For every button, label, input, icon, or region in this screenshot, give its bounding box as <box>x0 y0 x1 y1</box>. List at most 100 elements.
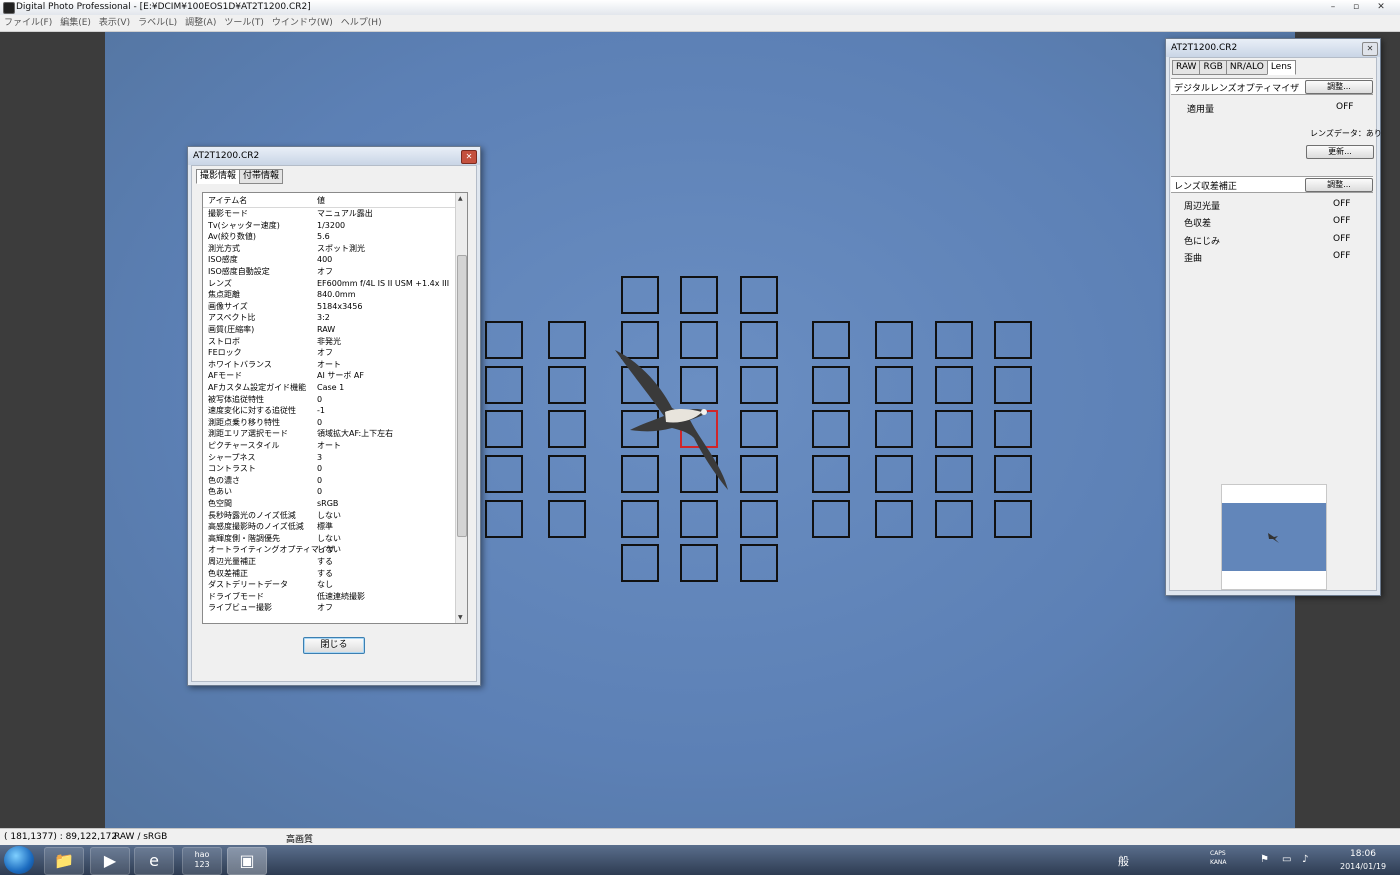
dpp-task-icon[interactable]: ▣ <box>227 847 267 875</box>
dlo-update-button[interactable]: 更新... <box>1306 145 1374 159</box>
hao123-icon[interactable]: hao 123 <box>182 847 222 875</box>
menu-label[interactable]: ラベル(L) <box>134 15 181 31</box>
network-icon[interactable]: ▭ <box>1282 854 1291 865</box>
table-row[interactable]: FEロック オフ <box>203 347 455 359</box>
item-name-cell: オートライティングオプティマイザ <box>208 545 335 555</box>
menu-adjust[interactable]: 調整(A) <box>181 15 220 31</box>
dialog-titlebar[interactable]: AT2T1200.CR2 ✕ <box>188 147 480 165</box>
table-row[interactable]: 長秒時露光のノイズ低減 しない <box>203 510 455 522</box>
explorer-icon[interactable]: 📁 <box>44 847 84 875</box>
table-row[interactable]: ISO感度自動設定 オフ <box>203 266 455 278</box>
tab-lens[interactable]: Lens <box>1266 60 1296 75</box>
table-row[interactable]: 色空間 sRGB <box>203 498 455 510</box>
item-name-cell: Tv(シャッター速度) <box>208 220 280 230</box>
menu-file[interactable]: ファイル(F) <box>0 15 56 31</box>
table-row[interactable]: 画像サイズ 5184x3456 <box>203 301 455 313</box>
menu-edit[interactable]: 編集(E) <box>56 15 95 31</box>
scroll-thumb[interactable] <box>457 255 467 537</box>
table-row[interactable]: ISO感度 400 <box>203 254 455 266</box>
af-point <box>485 455 523 493</box>
table-row[interactable]: 被写体追従特性 0 <box>203 394 455 406</box>
menu-window[interactable]: ウインドウ(W) <box>268 15 337 31</box>
table-row[interactable]: ストロボ 非発光 <box>203 336 455 348</box>
table-row[interactable]: ライブビュー撮影 オフ <box>203 602 455 614</box>
table-row[interactable]: 測光方式 スポット測光 <box>203 243 455 255</box>
menu-tools[interactable]: ツール(T) <box>220 15 268 31</box>
item-name-cell: FEロック <box>208 348 242 358</box>
minimize-button[interactable]: – <box>1322 1 1344 13</box>
dialog-close-icon[interactable]: ✕ <box>461 150 477 164</box>
table-row[interactable]: 速度変化に対する追従性 -1 <box>203 405 455 417</box>
volume-icon[interactable]: ♪ <box>1302 854 1308 865</box>
tab-nr-alo[interactable]: NR/ALO <box>1225 60 1268 75</box>
aberration-adjust-button[interactable]: 調整... <box>1305 178 1373 192</box>
table-row[interactable]: Tv(シャッター速度) 1/3200 <box>203 220 455 232</box>
close-window-button[interactable]: ✕ <box>1370 1 1392 13</box>
af-point <box>812 410 850 448</box>
scroll-down-icon[interactable]: ▼ <box>458 614 463 621</box>
table-row[interactable]: 高輝度側・階調優先 しない <box>203 533 455 545</box>
af-point <box>812 500 850 538</box>
menu-view[interactable]: 表示(V) <box>95 15 134 31</box>
table-scrollbar[interactable]: ▲ ▼ <box>455 193 467 623</box>
af-point <box>740 321 778 359</box>
table-row[interactable]: 色あい 0 <box>203 486 455 498</box>
item-name-cell: ピクチャースタイル <box>208 441 280 450</box>
navigator-thumbnail[interactable] <box>1221 484 1327 590</box>
item-value-cell: Case 1 <box>317 383 345 392</box>
palette-titlebar[interactable]: AT2T1200.CR2 ✕ <box>1166 39 1380 57</box>
palette-tabs: RAW RGB NR/ALO Lens <box>1172 60 1296 75</box>
start-button[interactable] <box>4 846 34 874</box>
item-name-cell: 焦点距離 <box>208 290 240 300</box>
flag-icon[interactable]: ⚑ <box>1260 854 1269 865</box>
tab-attached-info[interactable]: 付帯情報 <box>239 169 284 184</box>
table-header: アイテム名 値 <box>203 193 455 208</box>
table-row[interactable]: 色収差補正 する <box>203 568 455 580</box>
table-row[interactable]: ホワイトバランス オート <box>203 359 455 371</box>
clock-time[interactable]: 18:06 <box>1350 849 1376 859</box>
item-value-cell: sRGB <box>317 499 339 508</box>
item-name-cell: 速度変化に対する追従性 <box>208 406 296 416</box>
table-row[interactable]: レンズ EF600mm f/4L IS II USM +1.4x III <box>203 278 455 290</box>
ie-icon[interactable]: e <box>134 847 174 875</box>
item-value-cell: 5.6 <box>317 232 330 242</box>
item-value-cell: 0 <box>317 487 323 497</box>
af-point <box>548 455 586 493</box>
palette-close-icon[interactable]: ✕ <box>1362 42 1378 56</box>
color-blur-value: OFF <box>1333 234 1351 244</box>
table-row[interactable]: AFカスタム設定ガイド機能 Case 1 <box>203 382 455 394</box>
table-row[interactable]: Av(絞り数値) 5.6 <box>203 231 455 243</box>
table-row[interactable]: シャープネス 3 <box>203 452 455 464</box>
af-point <box>935 410 973 448</box>
clock-date[interactable]: 2014/01/19 <box>1340 862 1386 871</box>
tab-shooting-info[interactable]: 撮影情報 <box>196 169 241 184</box>
table-row[interactable]: アスペクト比 3:2 <box>203 312 455 324</box>
table-row[interactable]: コントラスト 0 <box>203 463 455 475</box>
table-row[interactable]: ドライブモード 低速連続撮影 <box>203 591 455 603</box>
item-value-cell: 3:2 <box>317 313 330 323</box>
ime-icon[interactable]: 般 <box>1118 853 1129 869</box>
table-row[interactable]: ピクチャースタイル オート <box>203 440 455 452</box>
table-row[interactable]: 周辺光量補正 する <box>203 556 455 568</box>
scroll-up-icon[interactable]: ▲ <box>458 195 463 202</box>
chromatic-label: 色収差 <box>1184 219 1212 229</box>
table-row[interactable]: オートライティングオプティマイザ しない <box>203 544 455 556</box>
table-row[interactable]: 高感度撮影時のノイズ低減 標準 <box>203 521 455 533</box>
media-player-icon[interactable]: ▶ <box>90 847 130 875</box>
table-row[interactable]: 画質(圧縮率) RAW <box>203 324 455 336</box>
tab-raw[interactable]: RAW <box>1172 60 1201 75</box>
table-row[interactable]: 色の濃さ 0 <box>203 475 455 487</box>
menu-help[interactable]: ヘルプ(H) <box>337 15 386 31</box>
table-row[interactable]: 焦点距離 840.0mm <box>203 289 455 301</box>
color-blur-label: 色にじみ <box>1184 237 1221 247</box>
table-row[interactable]: ダストデリートデータ なし <box>203 579 455 591</box>
maximize-button[interactable]: ▫ <box>1345 1 1367 13</box>
table-row[interactable]: 測距点乗り移り特性 0 <box>203 417 455 429</box>
table-row[interactable]: AFモード AI サーボ AF <box>203 370 455 382</box>
table-row[interactable]: 測距エリア選択モード 領域拡大AF:上下左右 <box>203 428 455 440</box>
dlo-adjust-button[interactable]: 調整... <box>1305 80 1373 94</box>
palette-body: RAW RGB NR/ALO Lens デジタルレンズオプティマイザ 調整...… <box>1169 57 1382 591</box>
tab-rgb[interactable]: RGB <box>1199 60 1227 75</box>
close-button[interactable]: 閉じる <box>303 637 365 654</box>
table-row[interactable]: 撮影モード マニュアル露出 <box>203 208 455 220</box>
